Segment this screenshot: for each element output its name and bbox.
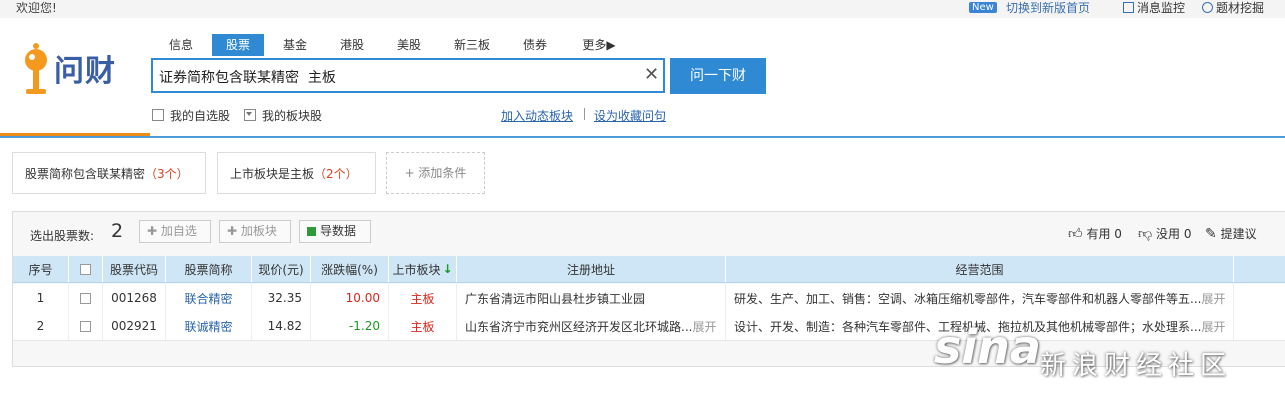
tab-info[interactable]: 信息 [157, 34, 205, 56]
expand-link[interactable]: 展开 [692, 318, 716, 335]
welcome-text: 欢迎您! [16, 1, 57, 15]
stock-board: 主板 [389, 312, 457, 340]
col-price[interactable]: 现价(元) [252, 256, 311, 282]
export-data-button[interactable]: 导数据 [299, 220, 371, 243]
my-watchlist-label: 我的自选股 [170, 109, 231, 123]
suggest-label: 提建议 [1220, 227, 1257, 241]
tab-hk-stocks[interactable]: 港股 [328, 34, 376, 56]
my-sectors-dropdown-icon[interactable] [244, 109, 256, 121]
table-header: 序号 股票代码 股票简称 现价(元) 涨跌幅(%) 上市板块 ↓ 注册地址 经营范… [13, 256, 1285, 283]
mining-icon [1202, 2, 1213, 13]
edit-icon: ✎ [1205, 226, 1217, 242]
useful-button[interactable]: 👍︎ 有用 0 [1068, 225, 1122, 242]
expand-link[interactable]: 展开 [1201, 318, 1225, 335]
stock-address: 山东省济宁市兖州区经济开发区北环城路... 展开 [457, 312, 726, 340]
switch-new-version-link[interactable]: 切换到新版首页 [1006, 0, 1090, 16]
stock-price: 32.35 [252, 284, 311, 312]
col-board[interactable]: 上市板块 ↓ [389, 256, 457, 282]
stock-change: 10.00 [311, 284, 389, 312]
add-sector-button[interactable]: ✚ 加板块 [219, 220, 291, 243]
condition-chip-name[interactable]: 股票简称包含联某精密（3个） [12, 152, 206, 194]
col-code[interactable]: 股票代码 [103, 256, 166, 282]
condition-label: 上市板块是主板 [230, 167, 315, 181]
sina-watermark-logo: sina [934, 320, 1041, 374]
tab-stocks[interactable]: 股票 [212, 34, 264, 56]
message-monitor-link[interactable]: 消息监控 [1123, 0, 1185, 16]
my-sectors-label: 我的板块股 [262, 109, 323, 123]
export-data-label: 导数据 [320, 224, 357, 238]
row-index: 1 [13, 284, 69, 312]
condition-label: 股票简称包含联某精密 [25, 167, 146, 181]
stock-change: -1.20 [311, 312, 389, 340]
condition-count: （3个） [145, 167, 189, 181]
condition-count: （2个） [314, 167, 358, 181]
useful-label: 有用 0 [1086, 227, 1122, 241]
topic-mining-link[interactable]: 题材挖掘 [1202, 0, 1264, 16]
tab-neeq[interactable]: 新三板 [446, 34, 498, 56]
select-all-checkbox[interactable] [80, 263, 91, 275]
stock-name-link[interactable]: 联合精密 [166, 284, 252, 312]
top-bar: 欢迎您! New 切换到新版首页 消息监控 题材挖掘 [0, 0, 1285, 18]
row-select[interactable] [69, 312, 103, 340]
logo-text: 问财 [54, 54, 116, 89]
thumbs-up-icon: 👍︎ [1068, 226, 1083, 242]
useless-label: 没用 0 [1156, 227, 1192, 241]
result-count: 2 [111, 220, 124, 242]
table-row: 2 002921 联诚精密 14.82 -1.20 主板 山东省济宁市兖州区经济… [13, 312, 1285, 341]
my-watchlist-option[interactable]: 我的自选股 [152, 107, 230, 124]
stock-price: 14.82 [252, 312, 311, 340]
download-icon [307, 227, 316, 236]
useless-button[interactable]: 👎︎ 没用 0 [1138, 225, 1192, 242]
sina-watermark-text: 新浪财经社区 [1040, 351, 1233, 381]
thumbs-down-icon: 👎︎ [1138, 226, 1153, 242]
search-input[interactable] [157, 60, 631, 93]
ask-button[interactable]: 问一下财 [670, 58, 766, 94]
expand-link[interactable]: 展开 [1201, 290, 1225, 307]
logo-mascot-icon [25, 43, 47, 94]
stock-scope-text: 研发、生产、加工、销售：空调、冰箱压缩机零部件，汽车零部件和机器人零部件等五..… [734, 291, 1202, 306]
col-name[interactable]: 股票简称 [166, 256, 252, 282]
stock-code: 001268 [103, 284, 166, 312]
tab-us-stocks[interactable]: 美股 [385, 34, 433, 56]
col-select-all[interactable] [69, 256, 103, 282]
search-box [151, 58, 665, 93]
col-change[interactable]: 涨跌幅(%) [311, 256, 389, 282]
tab-bonds[interactable]: 债券 [511, 34, 559, 56]
stock-name-link[interactable]: 联诚精密 [166, 312, 252, 340]
tab-more[interactable]: 更多▶ [573, 34, 625, 56]
col-board-label: 上市板块 [392, 262, 441, 277]
row-checkbox[interactable] [80, 292, 91, 304]
stock-address: 广东省清远市阳山县杜步镇工业园 [457, 284, 726, 312]
col-index: 序号 [13, 256, 69, 282]
row-index: 2 [13, 312, 69, 340]
stock-scope: 研发、生产、加工、销售：空调、冰箱压缩机零部件，汽车零部件和机器人零部件等五..… [726, 284, 1234, 312]
logo-underline [0, 133, 150, 136]
new-badge: New [969, 2, 997, 13]
stock-board: 主板 [389, 284, 457, 312]
col-scope[interactable]: 经营范围 [726, 256, 1234, 282]
table-row: 1 001268 联合精密 32.35 10.00 主板 广东省清远市阳山县杜步… [13, 284, 1285, 313]
result-count-label: 选出股票数: [30, 229, 95, 243]
stock-code: 002921 [103, 312, 166, 340]
stock-address-text: 广东省清远市阳山县杜步镇工业园 [465, 291, 646, 306]
clear-search-icon[interactable]: ✕ [644, 64, 659, 86]
monitor-icon [1123, 2, 1134, 13]
tab-funds[interactable]: 基金 [271, 34, 319, 56]
save-favorite-query-link[interactable]: 设为收藏问句 [594, 107, 666, 124]
stock-address-text: 山东省济宁市兖州区经济开发区北环城路... [465, 319, 693, 334]
sort-down-icon: ↓ [442, 262, 453, 276]
message-monitor-label: 消息监控 [1137, 1, 1186, 15]
add-condition-button[interactable]: + 添加条件 [386, 152, 485, 194]
divider [584, 108, 585, 120]
add-watchlist-button[interactable]: ✚ 加自选 [139, 220, 211, 243]
condition-chip-board[interactable]: 上市板块是主板（2个） [217, 152, 376, 194]
row-checkbox[interactable] [80, 320, 91, 332]
suggest-button[interactable]: ✎ 提建议 [1205, 225, 1257, 242]
my-sectors-option[interactable]: 我的板块股 [244, 107, 322, 124]
my-watchlist-checkbox[interactable] [152, 109, 164, 121]
add-dynamic-sector-link[interactable]: 加入动态板块 [501, 107, 573, 124]
row-select[interactable] [69, 284, 103, 312]
topic-mining-label: 题材挖掘 [1216, 1, 1265, 15]
col-address[interactable]: 注册地址 [457, 256, 726, 282]
